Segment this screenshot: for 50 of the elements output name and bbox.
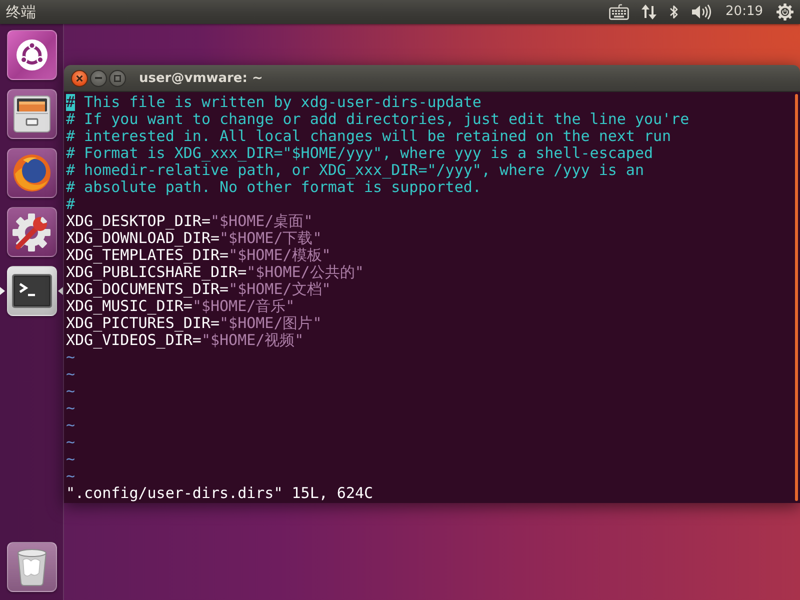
- comment-line: # absolute path. No other format is supported.: [66, 179, 482, 196]
- empty-line-marker: ~: [66, 451, 76, 468]
- comment-line: # This file is written by xdg-user-dirs-update: [66, 94, 482, 111]
- globe-icon: [12, 154, 50, 192]
- gear-wrench-icon: [12, 212, 51, 252]
- config-line: XDG_TEMPLATES_DIR="$HOME/模板": [66, 247, 331, 264]
- file-cabinet-icon: [12, 95, 50, 133]
- config-line: XDG_PICTURES_DIR="$HOME/图片": [66, 315, 322, 332]
- maximize-icon: [114, 74, 121, 82]
- terminal-icon: [12, 274, 52, 308]
- config-line: XDG_DOCUMENTS_DIR="$HOME/文档": [66, 281, 331, 298]
- comment-line: # Format is XDG_xxx_DIR="$HOME/yyy", where yyy is a shell-escaped: [66, 145, 653, 162]
- launcher-item[interactable]: [6, 266, 56, 316]
- empty-line-marker: ~: [66, 383, 76, 400]
- minimize-button[interactable]: [90, 70, 107, 86]
- trash-icon: [16, 548, 46, 586]
- empty-line-marker: ~: [66, 468, 76, 485]
- empty-line-marker: ~: [66, 366, 76, 383]
- app-title: 终端: [6, 3, 36, 21]
- logo-icon: [16, 39, 48, 71]
- config-line: XDG_DESKTOP_DIR="$HOME/桌面": [66, 213, 313, 230]
- config-line: XDG_MUSIC_DIR="$HOME/音乐": [66, 298, 295, 315]
- close-icon: [76, 74, 83, 82]
- close-button[interactable]: [71, 70, 88, 86]
- config-line: XDG_PUBLICSHARE_DIR="$HOME/公共的": [66, 264, 364, 281]
- comment-line: # homedir-relative path, or XDG_xxx_DIR="/yyy", where /yyy is an: [66, 162, 644, 179]
- config-line: XDG_DOWNLOAD_DIR="$HOME/下载": [66, 230, 322, 247]
- clock[interactable]: 20:19: [726, 4, 763, 20]
- launcher-item[interactable]: [6, 207, 56, 257]
- empty-line-marker: ~: [66, 417, 76, 434]
- transfer-arrows-icon[interactable]: [640, 4, 657, 20]
- maximize-button[interactable]: [109, 70, 126, 86]
- gear-icon[interactable]: [776, 3, 794, 21]
- window-title: user@vmware: ~: [139, 71, 263, 87]
- launcher-item[interactable]: [6, 30, 56, 80]
- launcher-item[interactable]: [6, 542, 56, 592]
- comment-line: #: [66, 196, 76, 213]
- minimize-icon: [95, 77, 102, 79]
- config-line: XDG_VIDEOS_DIR="$HOME/视频": [66, 332, 304, 349]
- volume-icon[interactable]: [690, 4, 713, 20]
- comment-line: # interested in. All local changes will be retained on the next run: [66, 128, 672, 145]
- empty-line-marker: ~: [66, 349, 76, 366]
- scrollbar-thumb[interactable]: [795, 94, 798, 501]
- empty-line-marker: ~: [66, 400, 76, 417]
- comment-line: # If you want to change or add directories, just edit the line you're: [66, 111, 690, 128]
- launcher-item[interactable]: [6, 89, 56, 139]
- empty-line-marker: ~: [66, 434, 76, 451]
- keyboard-icon[interactable]: [608, 4, 629, 20]
- bluetooth-icon[interactable]: [668, 4, 679, 20]
- status-message: ".config/user-dirs.dirs" 15L, 624C: [66, 485, 374, 502]
